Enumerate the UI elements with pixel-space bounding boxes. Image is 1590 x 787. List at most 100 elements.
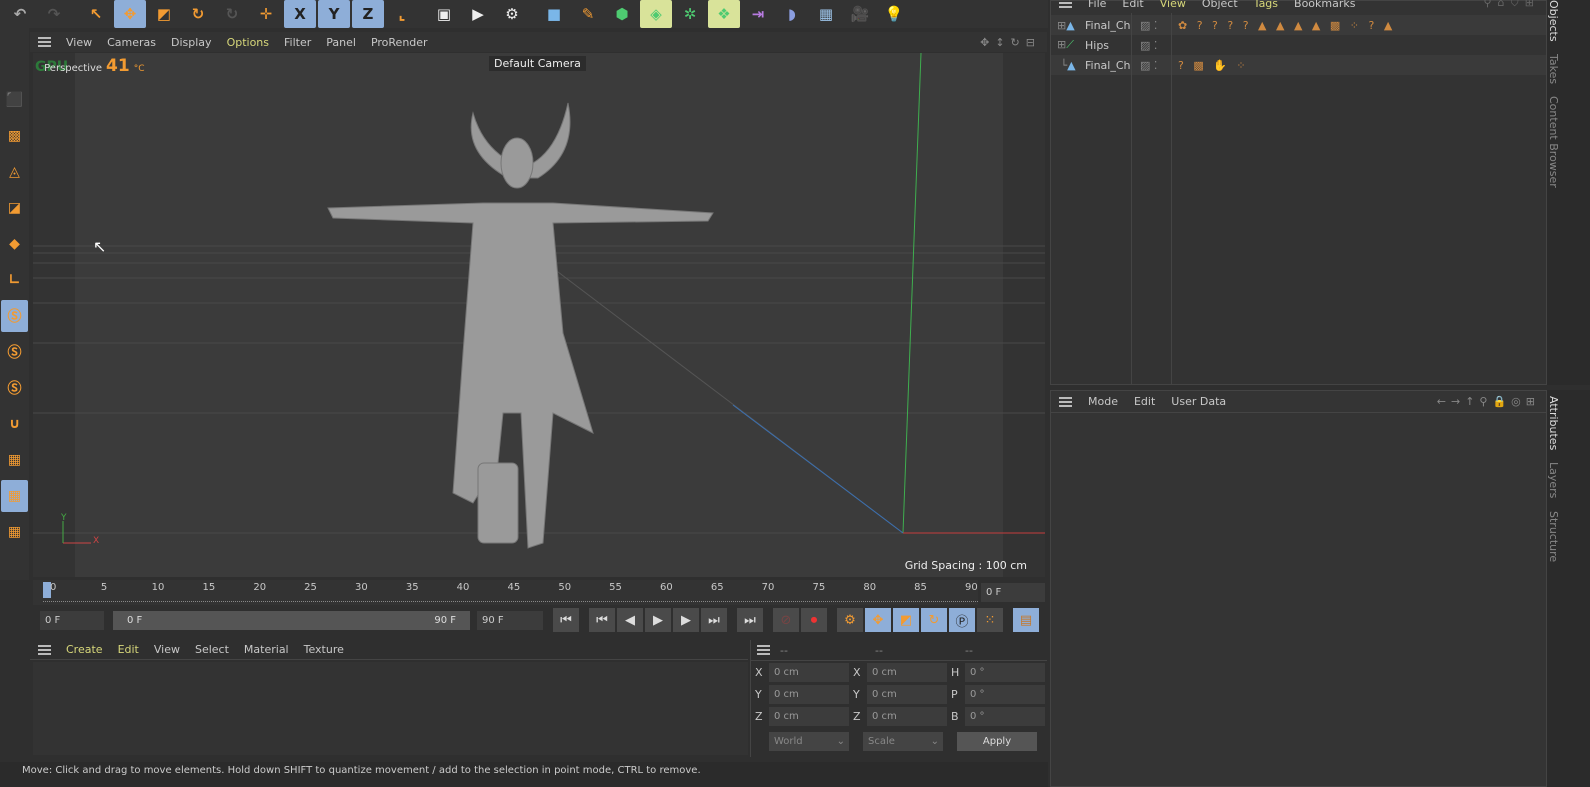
material-list[interactable]: [33, 662, 748, 755]
visibility-toggle-icon[interactable]: ▨ ⁚: [1140, 39, 1170, 52]
record-rotation-button[interactable]: ↻: [921, 608, 947, 632]
start-frame-field[interactable]: 0 F: [40, 611, 104, 630]
next-frame-button[interactable]: ▶: [673, 608, 699, 632]
rotate-tool-icon[interactable]: ↻: [182, 0, 214, 28]
object-tags[interactable]: ✿ ? ? ? ? ▲ ▲ ▲ ▲ ▩ ⁘ ? ▲: [1178, 19, 1395, 32]
locked-workplane-icon[interactable]: ▦: [1, 480, 28, 512]
menu-display[interactable]: Display: [171, 36, 212, 49]
coordinate-space-dropdown[interactable]: World ⌄: [769, 732, 849, 751]
go-to-end-button[interactable]: ⏭: [737, 608, 763, 632]
field-icon[interactable]: ◗: [776, 0, 808, 28]
coordinate-field[interactable]: 0 °: [965, 662, 1045, 682]
menu-file[interactable]: File: [1088, 0, 1106, 10]
menu-cameras[interactable]: Cameras: [107, 36, 156, 49]
camera-icon[interactable]: 🎥: [844, 0, 876, 28]
object-manager-tools-icons[interactable]: ⚲⌂⛉⊞: [1483, 0, 1540, 10]
menu-view[interactable]: View: [66, 36, 92, 49]
play-button[interactable]: ▶: [645, 608, 671, 632]
size-mode-dropdown[interactable]: Scale ⌄: [863, 732, 943, 751]
previous-frame-button[interactable]: ◀: [617, 608, 643, 632]
move-tool-icon[interactable]: ✥: [114, 0, 146, 28]
menu-bookmarks[interactable]: Bookmarks: [1294, 0, 1355, 10]
record-pla-button[interactable]: ⁙: [977, 608, 1003, 632]
material-menu-icon[interactable]: [38, 644, 51, 655]
tab-content-browser[interactable]: Content Browser: [1547, 90, 1560, 194]
tab-attributes[interactable]: Attributes: [1547, 390, 1560, 456]
x-axis-lock-icon[interactable]: X: [284, 0, 316, 28]
objects-menu-icon[interactable]: [1059, 0, 1072, 8]
deformer-icon[interactable]: ⇥: [742, 0, 774, 28]
menu-texture[interactable]: Texture: [304, 643, 344, 656]
floor-icon[interactable]: ▦: [810, 0, 842, 28]
workplane-icon[interactable]: ▦: [1, 444, 28, 476]
keyframe-selection-button[interactable]: ⚙: [837, 608, 863, 632]
visibility-toggle-icon[interactable]: ▨ ⁚: [1140, 19, 1170, 32]
menu-prorender[interactable]: ProRender: [371, 36, 428, 49]
record-position-button[interactable]: ✥: [865, 608, 891, 632]
snap-3d-icon[interactable]: Ⓢ: [1, 372, 28, 404]
autokey-button[interactable]: ⏺: [801, 608, 827, 632]
live-selection-icon[interactable]: ↖: [80, 0, 112, 28]
record-active-button[interactable]: ⊘: [773, 608, 799, 632]
object-row[interactable]: └▲ Final_Ch ▨ ⁚ ? ▩ ✋ ⁘: [1051, 55, 1546, 75]
cloner-icon[interactable]: ❖: [708, 0, 740, 28]
points-mode-icon[interactable]: ◬: [1, 156, 28, 188]
snap-icon[interactable]: Ⓢ: [1, 300, 28, 332]
subdivision-icon[interactable]: ⬢: [606, 0, 638, 28]
coordinate-field[interactable]: 0 cm: [769, 684, 849, 704]
menu-options[interactable]: Options: [227, 36, 269, 49]
coordinate-field[interactable]: 0 °: [965, 706, 1045, 726]
tab-structure[interactable]: Structure: [1547, 505, 1560, 568]
object-tags[interactable]: ? ▩ ✋ ⁘: [1178, 59, 1249, 72]
next-key-button[interactable]: ⏭: [701, 608, 727, 632]
snap-settings-icon[interactable]: Ⓢ: [1, 336, 28, 368]
render-view-icon[interactable]: ▣: [428, 0, 460, 28]
previous-key-button[interactable]: ⏮: [589, 608, 615, 632]
end-frame-field[interactable]: 90 F: [477, 611, 543, 630]
current-frame-field[interactable]: 0 F: [981, 583, 1045, 602]
planar-workplane-icon[interactable]: ▦: [1, 516, 28, 548]
menu-edit[interactable]: Edit: [1122, 0, 1143, 10]
cube-icon[interactable]: ■: [538, 0, 570, 28]
visibility-toggle-icon[interactable]: ▨ ⁚: [1140, 59, 1170, 72]
viewport-nav-icons[interactable]: ✥↕↻⊟: [980, 36, 1041, 49]
menu-material[interactable]: Material: [244, 643, 289, 656]
coordinate-field[interactable]: 0 °: [965, 684, 1045, 704]
viewport-menu-icon[interactable]: [38, 37, 51, 47]
menu-view[interactable]: View: [154, 643, 180, 656]
z-axis-lock-icon[interactable]: Z: [352, 0, 384, 28]
coordinate-field[interactable]: 0 cm: [867, 684, 947, 704]
magnet-icon[interactable]: ∪: [1, 408, 28, 440]
record-scale-button[interactable]: ◩: [893, 608, 919, 632]
object-row[interactable]: ⊞⟋ Hips ▨ ⁚: [1051, 35, 1546, 55]
menu-view[interactable]: View: [1160, 0, 1186, 10]
tab-objects[interactable]: Objects: [1547, 0, 1560, 48]
undo-icon[interactable]: ↶: [4, 0, 36, 28]
polygons-mode-icon[interactable]: ◆: [1, 228, 28, 260]
menu-panel[interactable]: Panel: [326, 36, 356, 49]
edges-mode-icon[interactable]: ◪: [1, 192, 28, 224]
go-to-start-button[interactable]: ⏮: [553, 608, 579, 632]
menu-edit[interactable]: Edit: [118, 643, 139, 656]
menu-select[interactable]: Select: [195, 643, 229, 656]
generator-icon[interactable]: ◈: [640, 0, 672, 28]
world-axis-icon[interactable]: ✛: [250, 0, 282, 28]
scale-tool-icon[interactable]: ◩: [148, 0, 180, 28]
tab-layers[interactable]: Layers: [1547, 456, 1560, 504]
render-settings-icon[interactable]: ⚙: [496, 0, 528, 28]
record-parameter-button[interactable]: Ⓟ: [949, 608, 975, 632]
timeline-window-button[interactable]: ▤: [1013, 608, 1039, 632]
menu-edit[interactable]: Edit: [1134, 395, 1155, 408]
coordinate-field[interactable]: 0 cm: [769, 662, 849, 682]
3d-viewport[interactable]: GPU Perspective 41 °C Default Camera Gri…: [33, 53, 1045, 577]
menu-mode[interactable]: Mode: [1088, 395, 1118, 408]
coordinate-field[interactable]: 0 cm: [769, 706, 849, 726]
attribute-nav-icons[interactable]: ←→↑⚲🔒◎⊞: [1437, 395, 1540, 408]
model-mode-icon[interactable]: ⬛: [1, 84, 28, 116]
y-axis-lock-icon[interactable]: Y: [318, 0, 350, 28]
attributes-menu-icon[interactable]: [1059, 396, 1072, 407]
light-icon[interactable]: 💡: [878, 0, 910, 28]
menu-tags[interactable]: Tags: [1254, 0, 1278, 10]
menu-filter[interactable]: Filter: [284, 36, 311, 49]
menu-user-data[interactable]: User Data: [1171, 395, 1226, 408]
